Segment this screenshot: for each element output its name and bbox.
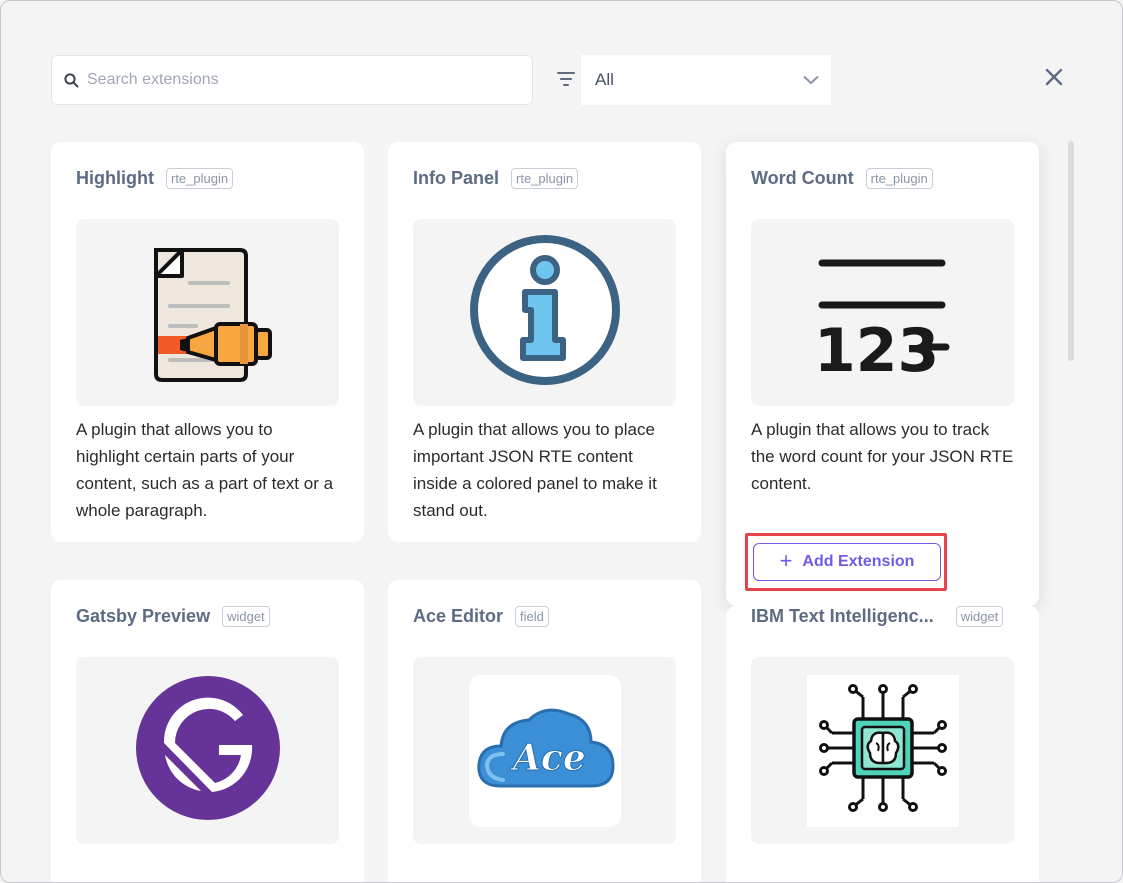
info-circle-icon	[467, 232, 623, 393]
card-title: IBM Text Intelligenc...	[751, 605, 934, 626]
scrollbar[interactable]	[1068, 141, 1074, 361]
card-thumbnail: 123	[751, 219, 1014, 406]
type-badge: rte_plugin	[865, 167, 933, 189]
extension-card-ibm-text-intelligence[interactable]: IBM Text Intelligenc... widget	[726, 580, 1039, 882]
card-header: Highlight rte_plugin	[76, 166, 339, 190]
search-box[interactable]	[51, 55, 533, 105]
card-thumbnail: Ace	[413, 657, 676, 844]
card-header: IBM Text Intelligenc... widget	[751, 604, 1014, 628]
card-header: Ace Editor field	[413, 604, 676, 628]
card-title: Ace Editor	[413, 605, 504, 626]
extension-card-gatsby-preview[interactable]: Gatsby Preview widget	[51, 580, 364, 882]
type-filter-value: All	[595, 70, 614, 89]
card-title: Highlight	[76, 167, 154, 188]
type-filter-select[interactable]: All	[581, 55, 831, 105]
extension-card-info-panel[interactable]: Info Panel rte_plugin A plugin that allo…	[388, 142, 701, 542]
card-description: A plugin that allows you to track the wo…	[751, 420, 1014, 493]
card-title: Gatsby Preview	[76, 605, 211, 626]
type-badge: rte_plugin	[165, 167, 234, 189]
extension-card-ace-editor[interactable]: Ace Editor field Ace	[388, 580, 701, 882]
extensions-modal: All Highlight rte_plugin	[0, 0, 1123, 883]
card-header: Gatsby Preview widget	[76, 604, 339, 628]
ibm-logo-tile	[806, 674, 959, 827]
card-header: Info Panel rte_plugin	[413, 166, 676, 190]
type-badge: field	[515, 605, 549, 627]
add-extension-label: Add Extension	[802, 553, 915, 570]
card-thumbnail	[76, 219, 339, 406]
type-badge: widget	[955, 605, 1004, 627]
card-header: Word Count rte_plugin	[751, 166, 1014, 190]
type-badge: widget	[222, 605, 270, 627]
filter-icon[interactable]	[556, 71, 576, 87]
card-title: Word Count	[751, 167, 854, 188]
svg-text:Ace: Ace	[510, 737, 586, 779]
close-icon[interactable]	[1044, 67, 1064, 87]
type-badge: rte_plugin	[511, 167, 579, 189]
word-count-123-icon: 123	[808, 245, 958, 386]
card-title: Info Panel	[413, 167, 500, 188]
card-thumbnail	[413, 219, 676, 406]
plus-icon: +	[779, 548, 793, 573]
extension-card-highlight[interactable]: Highlight rte_plugin A plugin that allow…	[51, 142, 364, 542]
search-icon	[64, 72, 80, 88]
chevron-down-icon	[803, 70, 819, 90]
svg-text:123: 123	[814, 316, 939, 375]
card-description: A plugin that allows you to highlight ce…	[76, 420, 334, 520]
card-description: A plugin that allows you to place import…	[413, 420, 657, 520]
ace-cloud-logo-icon: Ace	[473, 698, 617, 803]
card-thumbnail	[751, 657, 1014, 844]
search-input[interactable]	[87, 71, 507, 89]
gatsby-logo-icon	[135, 675, 281, 826]
brain-chip-icon	[818, 683, 948, 818]
highlighter-document-icon	[128, 230, 288, 395]
ace-logo-tile: Ace	[468, 674, 621, 827]
add-extension-button[interactable]: + Add Extension	[753, 543, 941, 581]
card-thumbnail	[76, 657, 339, 844]
